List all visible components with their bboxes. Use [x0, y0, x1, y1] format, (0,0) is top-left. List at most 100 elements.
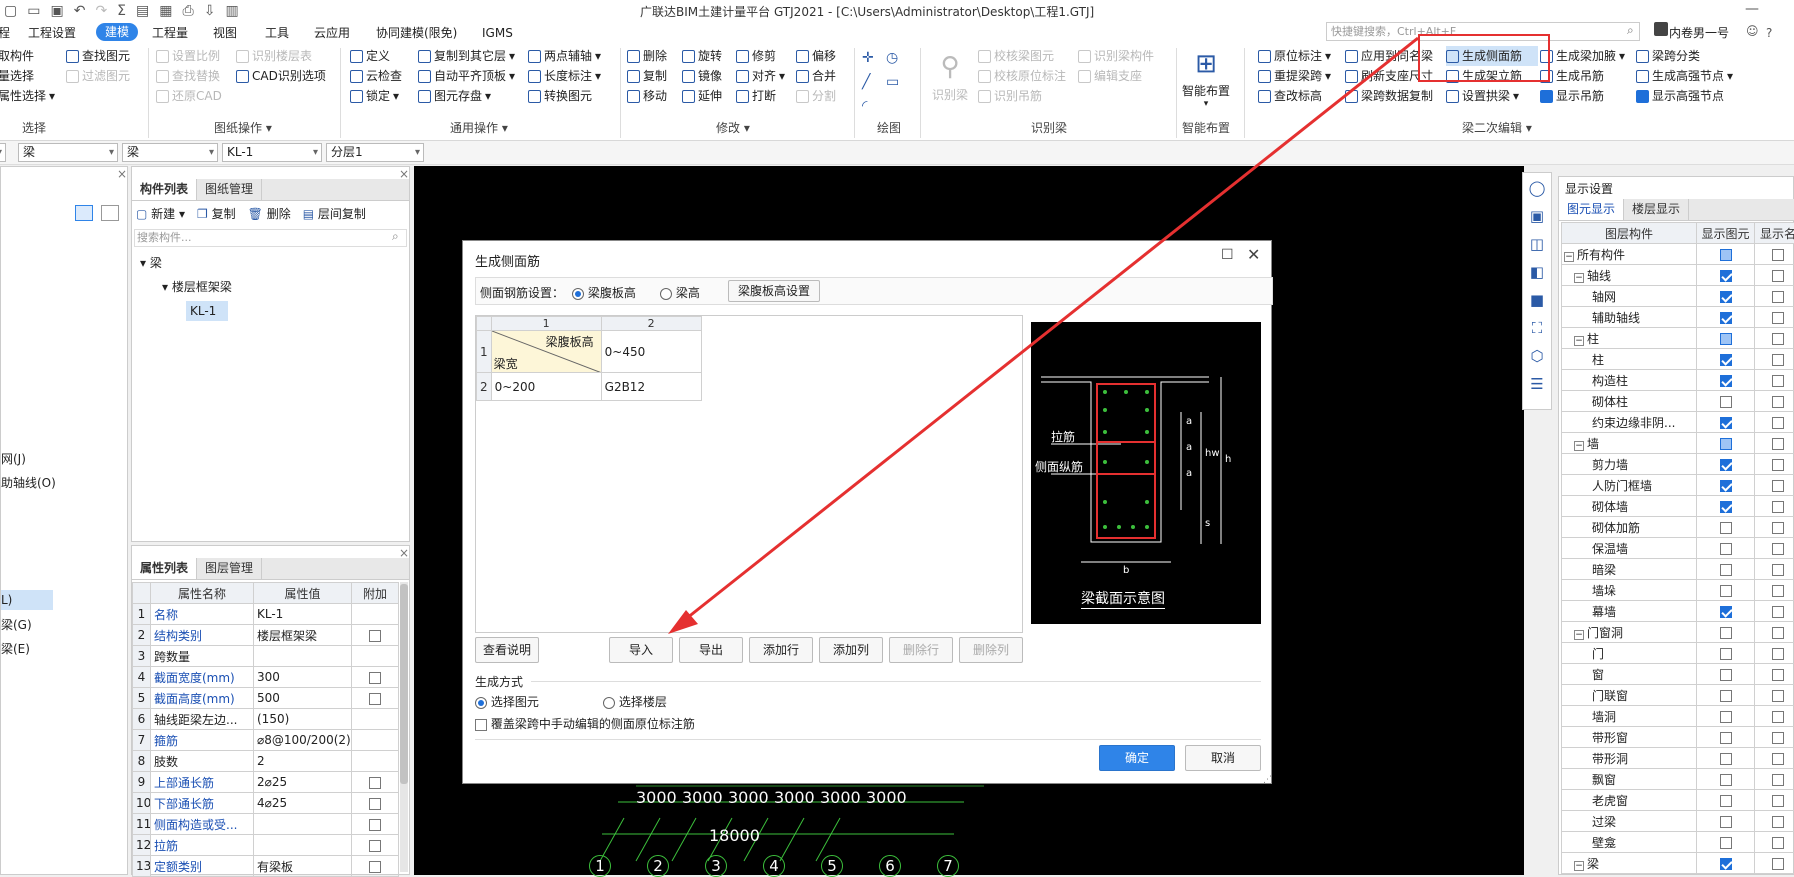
element-save-button[interactable]: 图元存盘 ▾ [418, 86, 526, 106]
report-icon[interactable]: ▤ [136, 3, 149, 19]
show-name-checkbox[interactable] [1772, 690, 1784, 702]
user-name[interactable]: 内卷男一号 [1669, 24, 1729, 42]
show-name-checkbox[interactable] [1772, 354, 1784, 366]
component-search-input[interactable]: 搜索构件... [134, 229, 407, 247]
show-name-checkbox[interactable] [1772, 648, 1784, 660]
span-classify-button[interactable]: 梁跨分类 [1636, 46, 1744, 66]
check-elevation-button[interactable]: 查改标高 [1258, 86, 1344, 106]
lock-button[interactable]: 锁定 ▾ [350, 86, 420, 106]
copy-button[interactable]: 复制 [627, 66, 683, 86]
move-button[interactable]: 移动 [627, 86, 683, 106]
collapse-icon[interactable]: − [1574, 630, 1584, 640]
property-value[interactable]: 2⌀25 [254, 772, 352, 793]
show-element-checkbox[interactable] [1720, 270, 1732, 282]
show-name-checkbox[interactable] [1772, 753, 1784, 765]
show-name-checkbox[interactable] [1772, 795, 1784, 807]
show-element-checkbox[interactable] [1720, 606, 1732, 618]
re-extract-span-button[interactable]: 重提梁跨 ▾ [1258, 66, 1344, 86]
show-name-checkbox[interactable] [1772, 375, 1784, 387]
cad-options-button[interactable]: CAD识别选项 [236, 66, 336, 86]
smart-layout-button[interactable]: ⊞ 智能布置 ▾ [1178, 46, 1234, 109]
display-row[interactable]: 约束边缘非阴... [1562, 412, 1794, 433]
show-element-checkbox[interactable] [1720, 438, 1732, 450]
add-row-button[interactable]: 添加行 [749, 637, 813, 663]
cube-front-icon[interactable]: ◧ [1530, 263, 1544, 281]
show-name-checkbox[interactable] [1772, 438, 1784, 450]
orbit-icon[interactable]: ◯ [1529, 179, 1546, 197]
display-row[interactable]: −所有构件 [1562, 244, 1794, 265]
property-value[interactable]: 4⌀25 [254, 793, 352, 814]
collapse-icon[interactable]: − [1564, 252, 1574, 262]
tree-node-frame-beam[interactable]: ▾ 楼层框架梁 [162, 275, 232, 299]
radio-select-floor[interactable]: 选择楼层 [603, 693, 667, 710]
property-row[interactable]: 3 跨数量 [133, 646, 399, 667]
maximize-icon[interactable]: ☐ [1221, 247, 1234, 263]
display-row[interactable]: 门 [1562, 643, 1794, 664]
show-hs-node-checkbox[interactable]: 显示高强节点 [1636, 86, 1744, 106]
copy-span-data-button[interactable]: 梁跨数据复制 [1345, 86, 1447, 106]
property-row[interactable]: 6 轴线距梁左边... (150) [133, 709, 399, 730]
cube-top-icon[interactable]: ◫ [1530, 235, 1544, 253]
collapse-icon[interactable]: − [1574, 273, 1584, 283]
set-arch-beam-button[interactable]: 设置拱梁 ▾ [1446, 86, 1538, 106]
merge-button[interactable]: 合并 [796, 66, 852, 86]
identify-beam-button[interactable]: ⚲ 识别梁 [930, 48, 970, 103]
point-icon[interactable]: ✛ [862, 50, 886, 66]
arc-icon[interactable]: ◜ [862, 98, 886, 114]
show-name-checkbox[interactable] [1772, 816, 1784, 828]
nav-item[interactable]: 网(J) [1, 447, 26, 471]
view-icon[interactable]: ▥ [225, 3, 238, 19]
find-replace-button[interactable]: 查找替换 [156, 66, 236, 86]
radio-select-element[interactable]: 选择图元 [475, 693, 539, 710]
show-name-checkbox[interactable] [1772, 585, 1784, 597]
layer-icon[interactable]: ☰ [1530, 375, 1543, 393]
length-dim-button[interactable]: 长度标注 ▾ [528, 66, 620, 86]
rebar-value-cell[interactable]: G2B12 [601, 373, 701, 401]
show-hanger-checkbox[interactable]: 显示吊筋 [1540, 86, 1628, 106]
show-name-checkbox[interactable] [1772, 459, 1784, 471]
print-icon[interactable]: ⎙ [183, 3, 194, 19]
collapse-icon[interactable]: − [1574, 336, 1584, 346]
show-name-checkbox[interactable] [1772, 606, 1784, 618]
property-value[interactable] [254, 835, 352, 856]
show-name-checkbox[interactable] [1772, 291, 1784, 303]
display-row[interactable]: 轴网 [1562, 286, 1794, 307]
show-element-checkbox[interactable] [1720, 543, 1732, 555]
cloud-check-button[interactable]: 云检查 [350, 66, 420, 86]
check-beam-button[interactable]: 校核梁图元 [978, 46, 1078, 66]
append-checkbox[interactable] [369, 672, 381, 684]
show-name-checkbox[interactable] [1772, 480, 1784, 492]
show-element-checkbox[interactable] [1720, 375, 1732, 387]
align-button[interactable]: 对齐 ▾ [736, 66, 798, 86]
show-element-checkbox[interactable] [1720, 837, 1732, 849]
show-element-checkbox[interactable] [1720, 291, 1732, 303]
show-element-checkbox[interactable] [1720, 501, 1732, 513]
append-checkbox[interactable] [369, 798, 381, 810]
property-row[interactable]: 2 结构类别 楼层框架梁 [133, 625, 399, 646]
import-button[interactable]: 导入 [609, 637, 673, 663]
menu-collab[interactable]: 协同建模(限免) [376, 24, 457, 42]
property-row[interactable]: 10 下部通长筋 4⌀25 [133, 793, 399, 814]
show-name-checkbox[interactable] [1772, 312, 1784, 324]
display-row[interactable]: 壁龛 [1562, 832, 1794, 853]
nav-item[interactable]: 梁(E) [1, 637, 30, 661]
show-element-checkbox[interactable] [1720, 396, 1732, 408]
display-row[interactable]: 窗 [1562, 664, 1794, 685]
generate-hanger-button[interactable]: 生成吊筋 [1540, 66, 1628, 86]
display-row[interactable]: 幕墙 [1562, 601, 1794, 622]
filter-element-button[interactable]: 过滤图元 [66, 66, 150, 86]
find-element-button[interactable]: 查找图元 [66, 46, 150, 66]
show-name-checkbox[interactable] [1772, 249, 1784, 261]
show-element-checkbox[interactable] [1720, 774, 1732, 786]
pick-component-button[interactable]: 取构件 [0, 46, 64, 66]
minimize-icon[interactable]: — [1745, 1, 1759, 17]
close-icon[interactable]: × [117, 167, 127, 181]
append-checkbox[interactable] [369, 861, 381, 873]
identify-beam-component-button[interactable]: 识别梁构件 [1078, 46, 1176, 66]
show-element-checkbox[interactable] [1720, 669, 1732, 681]
show-name-checkbox[interactable] [1772, 522, 1784, 534]
save-icon[interactable]: ▣ [50, 3, 63, 19]
show-element-checkbox[interactable] [1720, 522, 1732, 534]
restore-cad-button[interactable]: 还原CAD [156, 86, 236, 106]
show-name-checkbox[interactable] [1772, 837, 1784, 849]
